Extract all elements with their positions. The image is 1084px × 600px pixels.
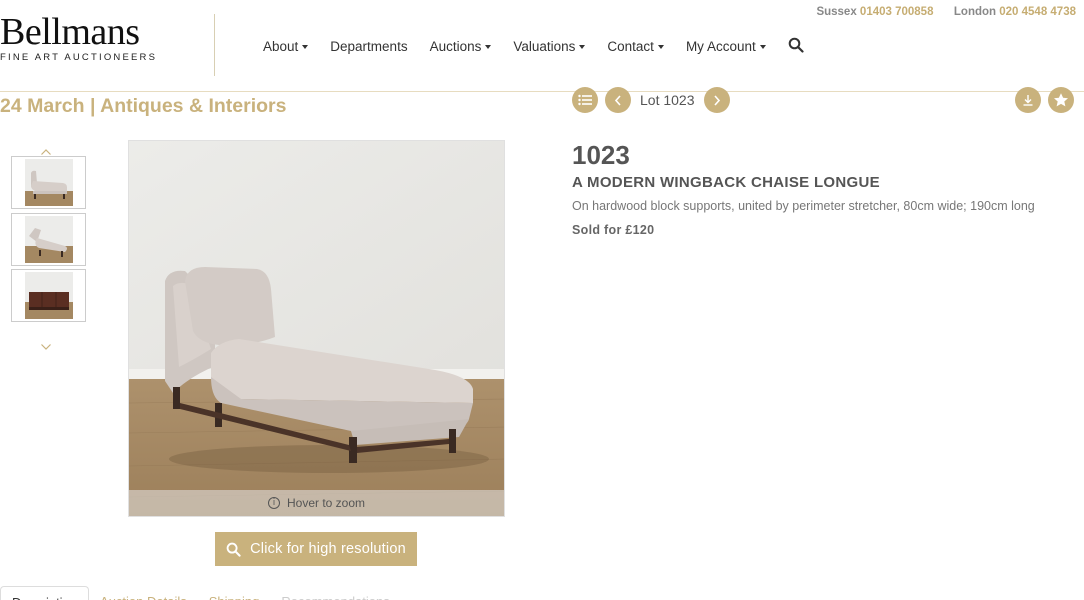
- contact-bar: Sussex 01403 700858 London 020 4548 4738: [816, 6, 1076, 18]
- star-icon: [1054, 93, 1068, 107]
- search-icon: [226, 542, 241, 557]
- download-button[interactable]: [1015, 87, 1041, 113]
- tab-shipping[interactable]: Shipping: [198, 586, 271, 600]
- main-lot-image[interactable]: i Hover to zoom: [128, 140, 505, 517]
- info-icon: i: [267, 497, 280, 509]
- caret-down-icon: [579, 45, 586, 49]
- caret-down-icon: [485, 45, 492, 49]
- lot-number: 1023: [572, 140, 630, 170]
- contact-sussex-label: Sussex: [816, 6, 857, 18]
- tab-auction-details[interactable]: Auction Details: [89, 586, 198, 600]
- nav-my-account-label: My Account: [685, 38, 756, 54]
- lot-label: Lot 1023: [640, 92, 695, 108]
- chaise-longue-image: [129, 141, 504, 516]
- thumbnail-2[interactable]: [11, 213, 86, 266]
- header-divider: [214, 14, 215, 76]
- next-lot-button[interactable]: [703, 87, 730, 113]
- nav-auctions[interactable]: Auctions: [430, 39, 492, 54]
- nav-about-label: About: [263, 38, 299, 54]
- thumbnail-image: [24, 216, 73, 263]
- thumbnail-image: [24, 272, 73, 319]
- high-resolution-label: Click for high resolution: [250, 541, 406, 557]
- caret-down-icon: [302, 45, 309, 49]
- lot-list-button[interactable]: [572, 87, 598, 113]
- thumbnail-1[interactable]: [11, 156, 86, 209]
- lot-title: A MODERN WINGBACK CHAISE LONGUE: [572, 174, 880, 191]
- nav-departments-label: Departments: [330, 38, 408, 54]
- tab-description[interactable]: Description: [0, 586, 90, 600]
- chevron-up-icon: [41, 149, 51, 155]
- previous-lot-button[interactable]: [605, 87, 631, 113]
- lot-navigation: Lot 1023: [572, 87, 730, 113]
- caret-down-icon: [759, 45, 766, 49]
- chevron-down-icon: [41, 344, 51, 350]
- nav-contact-label: Contact: [607, 38, 654, 54]
- contact-sussex-number[interactable]: 01403 700858: [860, 6, 934, 18]
- thumbnail-3[interactable]: [11, 269, 86, 322]
- sale-title[interactable]: 24 March | Antiques & Interiors: [0, 95, 286, 118]
- nav-contact[interactable]: Contact: [607, 39, 664, 54]
- thumbnails-up-arrow[interactable]: [40, 143, 52, 155]
- thumbnails-down-arrow[interactable]: [40, 338, 52, 350]
- lot-actions: [1015, 87, 1081, 113]
- high-resolution-button[interactable]: Click for high resolution: [215, 532, 417, 566]
- lot-sold-price: Sold for £120: [572, 223, 655, 237]
- search-icon[interactable]: [788, 37, 806, 55]
- caret-down-icon: [657, 45, 664, 49]
- favourite-button[interactable]: [1048, 87, 1074, 113]
- nav-valuations-label: Valuations: [513, 38, 576, 54]
- site-header: Bellmans FINE ART AUCTIONEERS Sussex 014…: [0, 0, 1084, 92]
- tab-recommendations[interactable]: Recommendations: [270, 586, 400, 600]
- nav-about[interactable]: About: [263, 38, 309, 54]
- main-nav: About Departments Auctions Valuations Co…: [263, 37, 806, 55]
- contact-london-number[interactable]: 020 4548 4738: [999, 6, 1076, 18]
- thumbnail-image: [24, 159, 73, 206]
- chevron-left-icon: [614, 95, 621, 106]
- nav-auctions-label: Auctions: [429, 38, 482, 54]
- download-icon: [1023, 95, 1033, 106]
- lot-tabs: Description Auction Details Shipping Rec…: [0, 586, 401, 600]
- logo[interactable]: Bellmans FINE ART AUCTIONEERS: [0, 12, 160, 63]
- hover-to-zoom-bar: i Hover to zoom: [129, 490, 504, 516]
- lot-description: On hardwood block supports, united by pe…: [572, 199, 1035, 213]
- logo-wordmark: Bellmans: [0, 11, 140, 53]
- chevron-right-icon: [713, 95, 720, 106]
- nav-departments[interactable]: Departments: [330, 39, 407, 54]
- nav-my-account[interactable]: My Account: [686, 39, 766, 54]
- list-icon: [578, 94, 592, 106]
- nav-valuations[interactable]: Valuations: [513, 38, 586, 54]
- logo-tagline: FINE ART AUCTIONEERS: [0, 52, 158, 63]
- hover-to-zoom-text: Hover to zoom: [286, 496, 366, 510]
- contact-london-label: London: [953, 6, 997, 18]
